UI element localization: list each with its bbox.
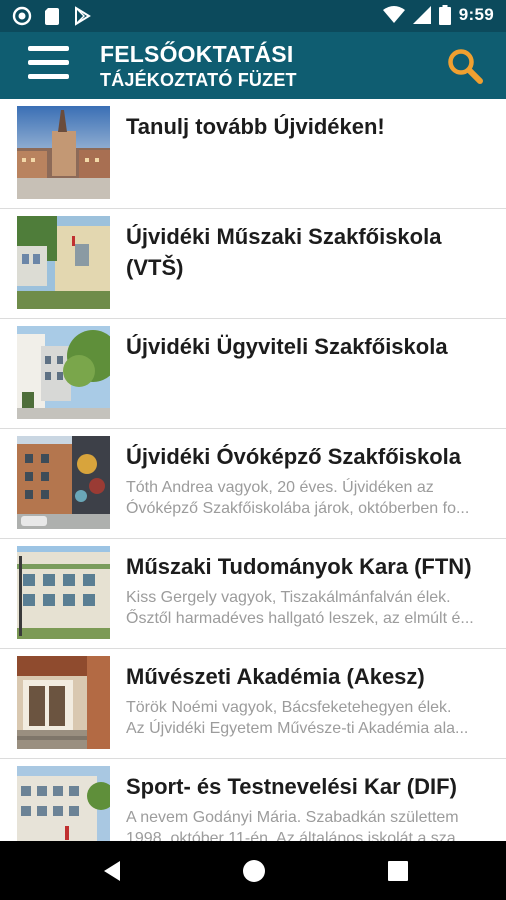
app-title-line2: TÁJÉKOZTATÓ FÜZET — [100, 70, 297, 90]
search-icon[interactable] — [446, 47, 484, 85]
list-item-description-line2: Ősztől harmadéves hallgató leszek, az el… — [126, 610, 474, 627]
list-item-description-line2: Az Újvidéki Egyetem Művésze-ti Akadémia … — [126, 720, 469, 737]
navigation-bar — [0, 841, 506, 900]
list-item-title: Újvidéki Műszaki Szakfőiskola (VTŠ) — [126, 224, 442, 280]
academy-entrance-photo — [17, 656, 110, 749]
list-item[interactable]: Újvidéki Óvóképző Szakfőiskola Tóth Andr… — [0, 429, 506, 539]
list-item-description-line1: Tóth Andrea vagyok, 20 éves. Újvidéken a… — [126, 479, 434, 496]
list-item-title: Tanulj tovább Újvidéken! — [126, 114, 385, 139]
sport-faculty-photo — [17, 766, 110, 841]
home-icon[interactable] — [240, 857, 268, 885]
list-item-title: Sport- és Testnevelési Kar (DIF) — [126, 774, 457, 799]
app-title-line1: FELSŐOKTATÁSI — [100, 41, 294, 67]
list-item[interactable]: Újvidéki Műszaki Szakfőiskola (VTŠ) — [0, 209, 506, 319]
list-item-description: Kiss Gergely vagyok, Tiszakálmánfalván é… — [126, 587, 498, 629]
office-building-photo — [17, 326, 110, 419]
list-item-title: Újvidéki Óvóképző Szakfőiskola — [126, 444, 462, 469]
mural-building-photo — [17, 436, 110, 529]
list-item-description-line1: Török Noémi vagyok, Bácsfeketehegyen éle… — [126, 699, 452, 716]
list-item[interactable]: Újvidéki Ügyviteli Szakfőiskola — [0, 319, 506, 429]
faculty-building-photo — [17, 546, 110, 639]
signal-icon — [412, 6, 431, 24]
list-item[interactable]: Sport- és Testnevelési Kar (DIF) A nevem… — [0, 759, 506, 841]
list-item[interactable]: Művészeti Akadémia (Akesz) Török Noémi v… — [0, 649, 506, 759]
list-item[interactable]: Tanulj tovább Újvidéken! — [0, 99, 506, 209]
battery-icon — [438, 5, 451, 25]
list-item-title: Újvidéki Ügyviteli Szakfőiskola — [126, 334, 448, 359]
back-icon[interactable] — [98, 857, 126, 885]
list-item-title: Művészeti Akadémia (Akesz) — [126, 664, 425, 689]
status-time: 9:59 — [458, 5, 494, 24]
list-item-description-line2: 1998. október 11-én. Az általános iskolá… — [126, 830, 470, 841]
sd-card-icon — [45, 8, 59, 25]
hamburger-menu-icon[interactable] — [28, 46, 72, 86]
list-item-description: Tóth Andrea vagyok, 20 éves. Újvidéken a… — [126, 477, 498, 519]
recents-icon[interactable] — [384, 857, 412, 885]
list-item-description: Török Noémi vagyok, Bácsfeketehegyen éle… — [126, 697, 498, 739]
list-item-description-line2: Óvóképző Szakfőiskolába járok, októberbe… — [126, 500, 470, 517]
list-item-description-line1: A nevem Godányi Mária. Szabadkán születt… — [126, 809, 459, 826]
app-bar: FELSŐOKTATÁSI TÁJÉKOZTATÓ FÜZET — [0, 32, 506, 99]
content-list: Tanulj tovább Újvidéken! Újvidéki Műszak… — [0, 99, 506, 841]
list-item-title: Műszaki Tudományok Kara (FTN) — [126, 554, 472, 579]
school-building-photo — [17, 216, 110, 309]
record-icon — [12, 6, 32, 26]
play-store-icon — [75, 6, 91, 26]
wifi-icon — [382, 6, 405, 23]
city-church-photo — [17, 106, 110, 199]
list-item[interactable]: Műszaki Tudományok Kara (FTN) Kiss Gerge… — [0, 539, 506, 649]
app-title: FELSŐOKTATÁSI TÁJÉKOZTATÓ FÜZET — [100, 41, 297, 90]
list-item-description: A nevem Godányi Mária. Szabadkán születt… — [126, 807, 498, 841]
status-bar: 9:59 — [0, 0, 506, 32]
list-item-description-line1: Kiss Gergely vagyok, Tiszakálmánfalván é… — [126, 589, 451, 606]
